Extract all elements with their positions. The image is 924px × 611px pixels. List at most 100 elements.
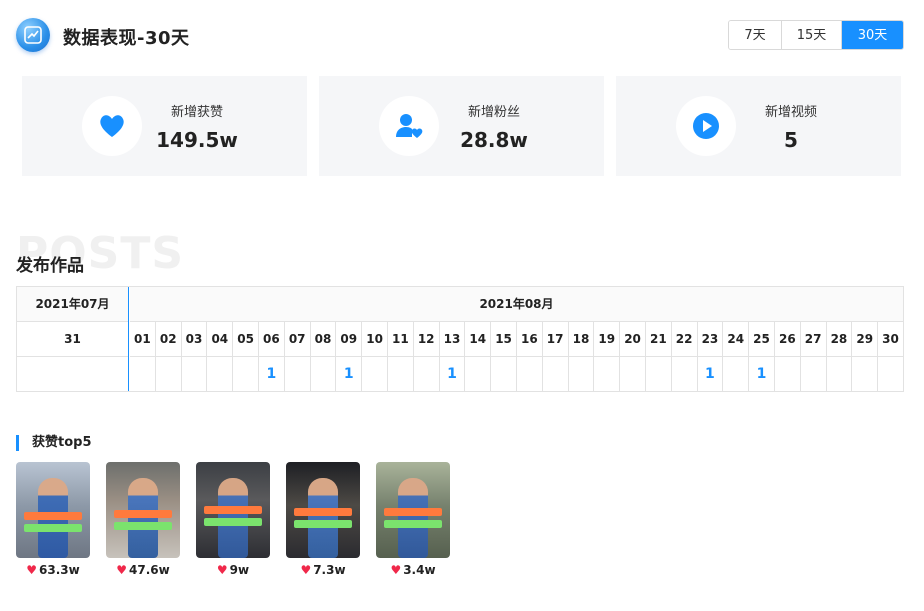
- video-likes: ♥ 9w: [216, 563, 250, 577]
- heart-icon: ♥: [116, 563, 128, 577]
- posts-calendar: 2021年07月 31 2021年08月 01 02 03 04 05 06 07 08 09 1…: [16, 286, 904, 392]
- calendar-day: 15: [491, 322, 517, 356]
- top5-video-item[interactable]: ♥ 3.4w: [376, 462, 450, 577]
- video-likes: ♥ 7.3w: [300, 563, 346, 577]
- calendar-day: 09: [336, 322, 363, 356]
- calendar-day: 07: [285, 322, 311, 356]
- heart-icon: ♥: [390, 563, 402, 577]
- calendar-day: 29: [852, 322, 879, 356]
- calendar-count-cell: [182, 357, 208, 391]
- top5-video-item[interactable]: ♥ 7.3w: [286, 462, 360, 577]
- calendar-days-row: 01 02 03 04 05 06 07 08 09 10 11 12 13 14 15 16 17 18 19 20…: [130, 322, 903, 357]
- calendar-day: 08: [311, 322, 337, 356]
- calendar-day: 13: [440, 322, 466, 356]
- calendar-count-cell: [156, 357, 182, 391]
- video-thumbnail[interactable]: [286, 462, 360, 558]
- user-follow-icon: [379, 96, 439, 156]
- calendar-day: 12: [414, 322, 440, 356]
- heart-icon: ♥: [216, 563, 228, 577]
- top5-section-title: 获赞top5: [16, 435, 92, 451]
- calendar-day: 22: [672, 322, 698, 356]
- calendar-count-cell: [388, 357, 414, 391]
- calendar-count-cell: [594, 357, 621, 391]
- video-thumbnail[interactable]: [196, 462, 270, 558]
- calendar-count-cell: [491, 357, 517, 391]
- calendar-count-cell: [543, 357, 569, 391]
- calendar-day: 06: [259, 322, 285, 356]
- video-likes: ♥ 63.3w: [26, 563, 80, 577]
- calendar-day: 18: [569, 322, 595, 356]
- video-thumbnail[interactable]: [16, 462, 90, 558]
- calendar-count-cell[interactable]: 1: [698, 357, 724, 391]
- stat-value: 5: [784, 128, 798, 152]
- video-thumbnail[interactable]: [376, 462, 450, 558]
- calendar-day: 01: [130, 322, 156, 356]
- calendar-count-cell: [775, 357, 801, 391]
- play-icon: [676, 96, 736, 156]
- calendar-count-cell: [672, 357, 698, 391]
- stat-value: 149.5w: [156, 128, 238, 152]
- calendar-count-cell: [517, 357, 543, 391]
- calendar-day: 11: [388, 322, 414, 356]
- calendar-count-cell: [207, 357, 234, 391]
- calendar-count-cell: [646, 357, 672, 391]
- trend-chart-icon: [16, 18, 50, 52]
- calendar-count-cell[interactable]: 1: [259, 357, 285, 391]
- calendar-count-cell: [233, 357, 259, 391]
- calendar-month-label: 2021年08月: [130, 287, 903, 322]
- calendar-day: 14: [465, 322, 492, 356]
- stat-label: 新增粉丝: [467, 105, 520, 120]
- top5-video-item[interactable]: ♥ 63.3w: [16, 462, 90, 577]
- range-15-days-button[interactable]: 15天: [782, 21, 842, 49]
- calendar-current-month: 2021年08月 01 02 03 04 05 06 07 08 09 10 11 12 13 14 15 1…: [130, 287, 903, 391]
- video-thumbnail[interactable]: [106, 462, 180, 558]
- calendar-count-cell: [285, 357, 311, 391]
- calendar-day: 04: [207, 322, 234, 356]
- calendar-count-cell[interactable]: 1: [749, 357, 775, 391]
- calendar-count-cell: [827, 357, 853, 391]
- range-30-days-button[interactable]: 30天: [842, 21, 903, 49]
- heart-icon: [82, 96, 142, 156]
- calendar-day: 23: [698, 322, 724, 356]
- calendar-day: 20: [620, 322, 646, 356]
- header: 数据表现-30天 7天 15天 30天: [16, 18, 906, 54]
- time-range-selector: 7天 15天 30天: [728, 20, 904, 50]
- calendar-previous-month: 2021年07月 31: [17, 287, 129, 391]
- calendar-day: 21: [646, 322, 672, 356]
- calendar-count-cell[interactable]: 1: [336, 357, 363, 391]
- calendar-day: 16: [517, 322, 543, 356]
- calendar-count-cell[interactable]: 1: [440, 357, 466, 391]
- video-likes: ♥ 3.4w: [390, 563, 436, 577]
- calendar-count-cell: [465, 357, 492, 391]
- calendar-count-cell: [311, 357, 337, 391]
- calendar-count-cell: [414, 357, 440, 391]
- calendar-day: 10: [362, 322, 388, 356]
- calendar-count-cell: [362, 357, 388, 391]
- top5-video-list: ♥ 63.3w ♥ 47.6w ♥ 9w ♥ 7.3w ♥ 3.4w: [16, 462, 450, 577]
- calendar-day: 30: [882, 332, 899, 346]
- calendar-count-cell: [852, 357, 879, 391]
- calendar-day: 19: [594, 322, 621, 356]
- stat-card-followers: 新增粉丝 28.8w: [319, 76, 604, 176]
- calendar-month-label: 2021年07月: [17, 287, 128, 322]
- stat-value: 28.8w: [460, 128, 528, 152]
- calendar-day: 31: [17, 322, 128, 357]
- calendar-count-cell: [130, 357, 156, 391]
- stat-label: 新增视频: [764, 105, 817, 120]
- range-7-days-button[interactable]: 7天: [729, 21, 782, 49]
- stat-card-likes: 新增获赞 149.5w: [22, 76, 307, 176]
- calendar-count-cell: [878, 357, 903, 391]
- calendar-count-cell: [723, 357, 750, 391]
- video-likes: ♥ 47.6w: [116, 563, 170, 577]
- calendar-day: 17: [543, 322, 569, 356]
- calendar-day: 25: [749, 322, 775, 356]
- stats-cards: 新增获赞 149.5w 新增粉丝 28.8w 新增视频 5: [22, 76, 902, 176]
- heart-icon: ♥: [26, 563, 38, 577]
- calendar-day: 02: [156, 322, 182, 356]
- calendar-count-cell: [569, 357, 595, 391]
- top5-video-item[interactable]: ♥ 9w: [196, 462, 270, 577]
- calendar-counts-row: 11111: [130, 357, 903, 391]
- top5-video-item[interactable]: ♥ 47.6w: [106, 462, 180, 577]
- page-title: 数据表现-30天: [63, 28, 190, 49]
- calendar-day: 27: [801, 322, 827, 356]
